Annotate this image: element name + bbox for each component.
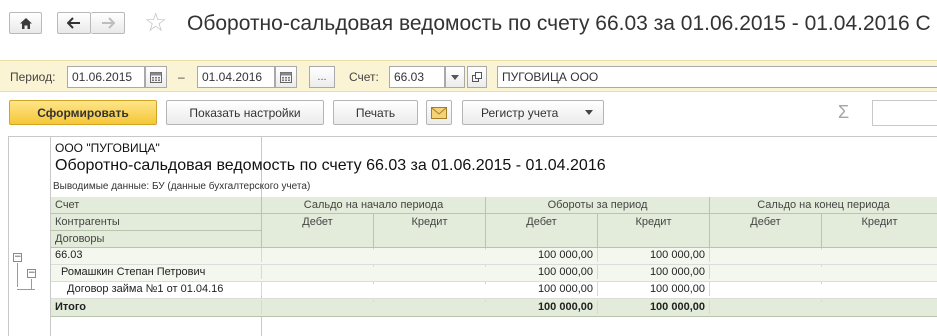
header-closing-credit: Кредит bbox=[822, 214, 937, 248]
row-account-opening-credit bbox=[374, 248, 486, 250]
row-contract-closing-credit bbox=[822, 282, 937, 284]
account-field[interactable]: 66.03 bbox=[389, 66, 445, 88]
calendar-icon bbox=[150, 71, 162, 83]
title-bar: ☆ Оборотно-сальдовая ведомость по счету … bbox=[0, 0, 937, 52]
grouping-gutter bbox=[9, 137, 51, 336]
calendar-from-button[interactable] bbox=[145, 66, 167, 88]
header-opening-debit: Дебет bbox=[262, 214, 374, 248]
collapse-account-toggle[interactable]: − bbox=[13, 253, 22, 262]
filter-bar: Период: 01.06.2015 – 01.04.2016 ... Счет… bbox=[0, 60, 937, 92]
chevron-down-icon bbox=[451, 74, 459, 80]
row-account-closing-debit bbox=[710, 248, 822, 250]
row-account-closing-credit bbox=[822, 248, 937, 250]
home-button[interactable] bbox=[9, 12, 42, 34]
account-dropdown-button[interactable] bbox=[445, 66, 465, 88]
report-title: Оборотно-сальдовая ведомость по счету 66… bbox=[55, 157, 606, 174]
accounting-register-label: Регистр учета bbox=[481, 105, 559, 120]
organization-name: ООО "ПУГОВИЦА" bbox=[55, 141, 160, 155]
row-account-opening-debit bbox=[262, 248, 374, 250]
row-contract-opening-debit bbox=[262, 282, 374, 284]
row-counterparty-opening-credit bbox=[374, 265, 486, 267]
header-account: Счет bbox=[51, 197, 262, 214]
envelope-icon bbox=[431, 106, 447, 119]
total-closing-debit bbox=[710, 300, 822, 302]
tree-line bbox=[31, 279, 32, 289]
total-turnover-debit: 100 000,00 bbox=[486, 300, 598, 314]
period-select-button[interactable]: ... bbox=[309, 66, 335, 88]
row-contract-opening-credit bbox=[374, 282, 486, 284]
total-turnover-credit: 100 000,00 bbox=[598, 300, 710, 314]
row-account-name: 66.03 bbox=[51, 248, 262, 262]
account-label: Счет: bbox=[349, 70, 379, 84]
row-contract-closing-debit bbox=[710, 282, 822, 284]
back-button[interactable] bbox=[57, 12, 91, 34]
search-input[interactable] bbox=[872, 100, 937, 126]
arrow-left-icon bbox=[67, 17, 80, 29]
date-to-field[interactable]: 01.04.2016 bbox=[197, 66, 275, 88]
row-contract-turnover-credit: 100 000,00 bbox=[598, 282, 710, 296]
arrow-right-icon bbox=[101, 17, 115, 29]
date-from-field[interactable]: 01.06.2015 bbox=[67, 66, 145, 88]
account-open-button[interactable] bbox=[467, 66, 487, 88]
total-label: Итого bbox=[51, 300, 262, 314]
header-closing-debit: Дебет bbox=[710, 214, 822, 248]
report-sheet: ООО "ПУГОВИЦА" Оборотно-сальдовая ведомо… bbox=[8, 136, 937, 336]
header-opening-balance: Сальдо на начало периода bbox=[262, 197, 486, 214]
row-counterparty-closing-credit bbox=[822, 265, 937, 267]
toolbar: Сформировать Показать настройки Печать Р… bbox=[0, 98, 937, 130]
row-account-turnover-credit: 100 000,00 bbox=[598, 248, 710, 262]
row-counterparty-opening-debit bbox=[262, 265, 374, 267]
report-subtitle: Выводимые данные: БУ (данные бухгалтерск… bbox=[53, 181, 311, 192]
forward-button[interactable] bbox=[91, 12, 125, 34]
calendar-to-button[interactable] bbox=[275, 66, 297, 88]
row-contract-name: Договор займа №1 от 01.04.16 bbox=[51, 282, 262, 296]
header-turnover-credit: Кредит bbox=[598, 214, 710, 248]
open-link-icon bbox=[472, 72, 482, 82]
header-opening-credit: Кредит bbox=[374, 214, 486, 248]
email-button[interactable] bbox=[426, 100, 452, 125]
tree-line bbox=[17, 263, 18, 287]
chevron-down-icon bbox=[585, 110, 593, 115]
header-counterparties: Контрагенты bbox=[51, 214, 262, 231]
row-counterparty-name: Ромашкин Степан Петрович bbox=[51, 265, 262, 279]
sum-icon[interactable]: Σ bbox=[838, 102, 849, 123]
tree-line bbox=[17, 289, 35, 290]
calendar-icon bbox=[280, 71, 292, 83]
show-settings-button[interactable]: Показать настройки bbox=[166, 100, 324, 125]
row-counterparty-turnover-credit: 100 000,00 bbox=[598, 265, 710, 279]
period-label: Период: bbox=[10, 70, 56, 84]
row-counterparty-closing-debit bbox=[710, 265, 822, 267]
row-contract-turnover-debit: 100 000,00 bbox=[486, 282, 598, 296]
header-contracts: Договоры bbox=[51, 231, 262, 248]
header-closing-balance: Сальдо на конец периода bbox=[710, 197, 937, 214]
header-turnover: Обороты за период bbox=[486, 197, 710, 214]
accounting-register-button[interactable]: Регистр учета bbox=[462, 100, 604, 125]
counterparty-field[interactable]: ПУГОВИЦА ООО bbox=[497, 66, 937, 88]
favorite-star-icon[interactable]: ☆ bbox=[144, 9, 167, 35]
home-icon bbox=[19, 17, 32, 29]
header-turnover-debit: Дебет bbox=[486, 214, 598, 248]
collapse-counterparty-toggle[interactable]: − bbox=[27, 269, 36, 278]
period-dash: – bbox=[178, 70, 185, 84]
total-opening-debit bbox=[262, 300, 374, 302]
row-account-turnover-debit: 100 000,00 bbox=[486, 248, 598, 262]
print-button[interactable]: Печать bbox=[333, 100, 418, 125]
page-title: Оборотно-сальдовая ведомость по счету 66… bbox=[187, 12, 931, 35]
total-opening-credit bbox=[374, 300, 486, 302]
row-counterparty-turnover-debit: 100 000,00 bbox=[486, 265, 598, 279]
generate-button[interactable]: Сформировать bbox=[9, 100, 157, 125]
